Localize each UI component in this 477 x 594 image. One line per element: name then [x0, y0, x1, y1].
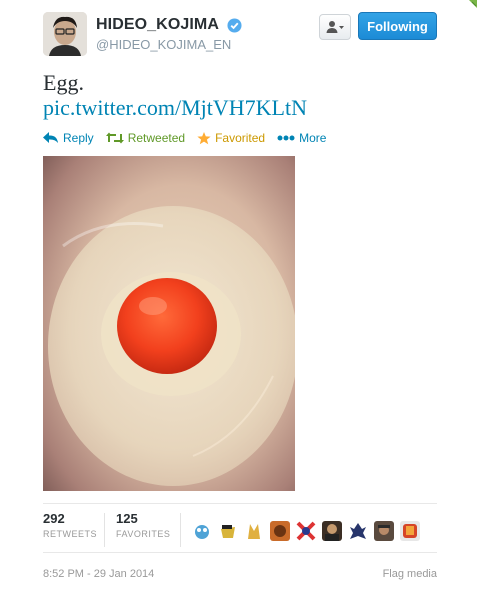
stat-separator: [104, 513, 105, 547]
divider-top: [43, 503, 437, 504]
favoriter-avatar[interactable]: [322, 521, 342, 541]
favoriter-avatar[interactable]: [296, 521, 316, 541]
stat-separator: [180, 513, 181, 547]
favoriter-avatar[interactable]: [218, 521, 238, 541]
more-dots-icon: [277, 135, 295, 141]
timestamp[interactable]: 8:52 PM - 29 Jan 2014: [43, 568, 154, 580]
favoriter-avatar[interactable]: [270, 521, 290, 541]
favorites-label: FAVORITES: [116, 529, 171, 539]
retweeted-label: Retweeted: [127, 131, 186, 145]
retweet-icon: [105, 132, 124, 144]
favoriter-avatar[interactable]: [192, 521, 212, 541]
tweet-actions: Reply Retweeted Favorited More: [43, 130, 338, 146]
tweet-text: Egg.: [43, 70, 84, 95]
favorites-stat[interactable]: 125 FAVORITES: [116, 511, 170, 539]
retweets-stat[interactable]: 292 RETWEETS: [43, 511, 97, 539]
retweets-count: 292: [43, 511, 65, 526]
user-dropdown-icon: [326, 21, 344, 33]
retweets-label: RETWEETS: [43, 529, 98, 539]
more-label: More: [299, 131, 327, 145]
star-icon: [197, 131, 211, 144]
corner-leaf-icon: [469, 0, 477, 8]
verified-badge-icon: [227, 17, 242, 33]
tweet-stats: 292 RETWEETS 125 FAVORITES: [43, 511, 437, 551]
retweet-button[interactable]: Retweeted: [105, 131, 186, 145]
favoriter-avatars: [192, 521, 426, 541]
flag-media-link[interactable]: Flag media: [383, 568, 437, 580]
following-button[interactable]: Following: [358, 12, 437, 40]
favoriter-avatar[interactable]: [400, 521, 420, 541]
favorited-label: Favorited: [215, 131, 266, 145]
divider-bottom: [43, 552, 437, 553]
user-actions-dropdown[interactable]: [319, 14, 351, 40]
avatar[interactable]: [43, 12, 87, 56]
reply-button[interactable]: Reply: [43, 131, 94, 145]
username[interactable]: @HIDEO_KOJIMA_EN: [96, 37, 242, 52]
favoriter-avatar[interactable]: [374, 521, 394, 541]
reply-label: Reply: [63, 131, 94, 145]
favorite-button[interactable]: Favorited: [197, 131, 265, 145]
reply-icon: [43, 132, 58, 143]
more-button[interactable]: More: [277, 131, 326, 145]
favorites-count: 125: [116, 511, 138, 526]
tweet-header: HIDEO_KOJIMA @HIDEO_KOJIMA_EN Following: [43, 12, 437, 58]
favoriter-avatar[interactable]: [348, 521, 368, 541]
tweet-photo-egg[interactable]: [43, 156, 295, 491]
display-name[interactable]: HIDEO_KOJIMA: [96, 16, 219, 34]
tweet-media-link[interactable]: pic.twitter.com/MjtVH7KLtN: [43, 95, 307, 120]
favoriter-avatar[interactable]: [244, 521, 264, 541]
